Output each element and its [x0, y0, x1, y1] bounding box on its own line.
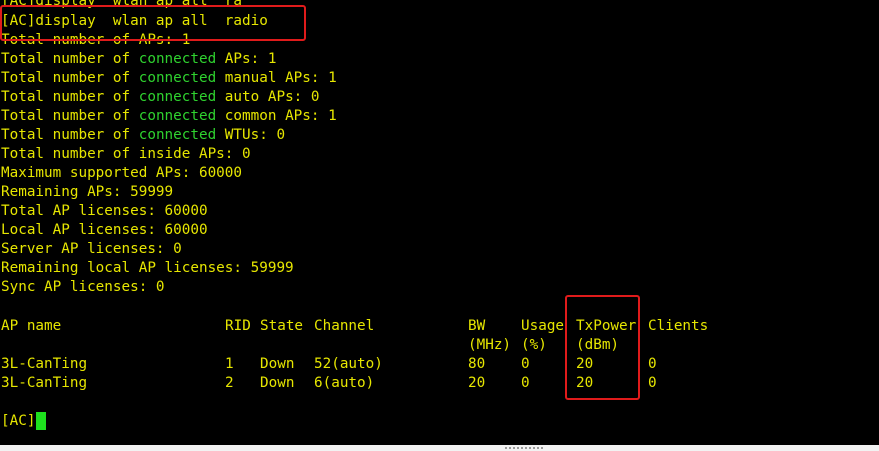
summary-line: Server AP licenses: 0: [1, 241, 182, 257]
command-prompt: [AC]: [1, 413, 36, 429]
row1-clients: 0: [648, 356, 657, 372]
header-rid: RID: [225, 318, 251, 334]
summary-line-suffix: auto APs: 0: [216, 89, 320, 105]
connected-keyword: connected: [138, 51, 217, 67]
connected-keyword: connected: [138, 108, 217, 124]
header-state: State: [260, 318, 304, 334]
row1-bw: 80: [468, 356, 486, 372]
summary-line-suffix: WTUs: 0: [216, 127, 286, 143]
summary-line: Total number of connected auto APs: 0: [1, 88, 320, 107]
connected-keyword: connected: [138, 89, 217, 105]
header-channel: Channel: [314, 318, 375, 334]
summary-line-prefix: Total number of: [1, 127, 139, 143]
summary-line: Total AP licenses: 60000: [1, 203, 208, 219]
summary-line-suffix: manual APs: 1: [216, 70, 337, 86]
summary-line-prefix: Total number of: [1, 70, 139, 86]
summary-line: Maximum supported APs: 60000: [1, 165, 243, 181]
header-ap-name: AP name: [1, 318, 62, 334]
header-usage-unit: (%): [521, 337, 547, 353]
connected-keyword: connected: [138, 70, 217, 86]
row1-usage: 0: [521, 356, 530, 372]
summary-line: Local AP licenses: 60000: [1, 222, 208, 238]
row1-ap-name: 3L-CanTing: [1, 356, 88, 372]
summary-line: Sync AP licenses: 0: [1, 279, 165, 295]
command-highlight-box: [0, 5, 306, 41]
summary-line-suffix: APs: 1: [216, 51, 277, 67]
summary-line: Total number of inside APs: 0: [1, 146, 251, 162]
row2-state: Down: [260, 375, 295, 391]
summary-line-prefix: Total number of: [1, 51, 139, 67]
row2-channel: 6(auto): [314, 375, 375, 391]
header-bw-unit: (MHz): [468, 337, 512, 353]
row2-rid: 2: [225, 375, 234, 391]
summary-line: Total number of connected manual APs: 1: [1, 69, 337, 88]
summary-line: Total number of connected common APs: 1: [1, 107, 337, 126]
text-cursor[interactable]: [36, 412, 46, 430]
summary-line-prefix: Total number of: [1, 89, 139, 105]
row1-state: Down: [260, 356, 295, 372]
terminal-window[interactable]: [AC]display wlan ap all ra [AC]display w…: [0, 0, 879, 445]
row2-clients: 0: [648, 375, 657, 391]
txpower-highlight-box: [565, 295, 640, 400]
summary-line: Remaining APs: 59999: [1, 184, 174, 200]
resize-grip-icon[interactable]: [505, 447, 545, 449]
header-usage: Usage: [521, 318, 565, 334]
row1-rid: 1: [225, 356, 234, 372]
row2-usage: 0: [521, 375, 530, 391]
header-bw: BW: [468, 318, 486, 334]
window-bottom-edge: [0, 445, 879, 451]
row2-bw: 20: [468, 375, 486, 391]
header-clients: Clients: [648, 318, 709, 334]
connected-keyword: connected: [138, 127, 217, 143]
row1-channel: 52(auto): [314, 356, 383, 372]
row2-ap-name: 3L-CanTing: [1, 375, 88, 391]
summary-line: Remaining local AP licenses: 59999: [1, 260, 294, 276]
summary-line-prefix: Total number of: [1, 108, 139, 124]
summary-line-suffix: common APs: 1: [216, 108, 337, 124]
summary-line: Total number of connected APs: 1: [1, 50, 276, 69]
summary-line: Total number of connected WTUs: 0: [1, 126, 285, 145]
